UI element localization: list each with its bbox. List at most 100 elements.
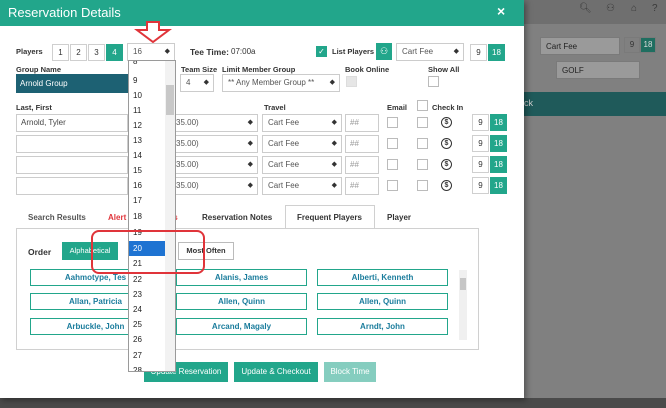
tab-frequent-players[interactable]: Frequent Players [297, 213, 362, 222]
dropdown-scrollbar-thumb[interactable] [166, 85, 174, 115]
dropdown-option[interactable]: 16 [129, 178, 165, 193]
frequent-player-button[interactable]: Arndt, John [317, 318, 448, 335]
holes-9-button[interactable]: 9 [472, 135, 489, 152]
frequent-player-button[interactable]: Arcand, Magaly [176, 318, 307, 335]
users-icon: ⚇ [606, 3, 615, 14]
players-label: Players [16, 47, 43, 56]
book-online-checkbox[interactable] [346, 76, 357, 87]
check-in-checkbox[interactable] [417, 138, 428, 149]
rate-select[interactable]: 35.00) ◆ [170, 135, 258, 153]
email-checkbox[interactable] [387, 159, 398, 170]
holes-9-button[interactable]: 9 [472, 114, 489, 131]
team-size-select[interactable]: 4 ◆ [180, 74, 214, 92]
close-icon[interactable]: × [497, 3, 505, 19]
frequent-player-button[interactable]: Allen, Quinn [176, 293, 307, 310]
background-fee-select: Cart Fee [540, 37, 620, 55]
tab-reservation-notes[interactable]: Reservation Notes [202, 213, 272, 222]
holes-18-button[interactable]: 18 [490, 156, 507, 173]
dropdown-option[interactable]: 8 [129, 61, 165, 69]
holes-9-button[interactable]: 9 [470, 44, 487, 61]
check-in-all-checkbox[interactable] [417, 100, 428, 111]
dollar-icon[interactable]: $ [441, 138, 452, 149]
dropdown-option[interactable]: 17 [129, 193, 165, 208]
fee-select[interactable]: Cart Fee ◆ [396, 43, 464, 61]
check-in-checkbox[interactable] [417, 159, 428, 170]
holes-18-button[interactable]: 18 [490, 135, 507, 152]
dropdown-option[interactable]: 13 [129, 133, 165, 148]
order-label: Order [28, 247, 52, 257]
dropdown-option[interactable]: 23 [129, 287, 165, 302]
tab-player[interactable]: Player [387, 213, 411, 222]
chevron-down-icon: ◆ [329, 79, 335, 86]
hash-field[interactable]: ## [345, 135, 379, 153]
rate-select[interactable]: 35.00) ◆ [170, 156, 258, 174]
players-count-select[interactable]: 16 ◆ [127, 43, 175, 61]
travel-label: Travel [264, 103, 286, 112]
modal-title: Reservation Details [8, 5, 121, 20]
players-2-button[interactable]: 2 [70, 44, 87, 61]
players-1-button[interactable]: 1 [52, 44, 69, 61]
travel-select[interactable]: Cart Fee ◆ [262, 156, 342, 174]
tab-search-results[interactable]: Search Results [28, 213, 86, 222]
update-checkout-button[interactable]: Update & Checkout [234, 362, 318, 382]
dropdown-option[interactable]: 12 [129, 118, 165, 133]
limit-member-group-select[interactable]: ** Any Member Group ** ◆ [222, 74, 340, 92]
travel-select[interactable]: Cart Fee ◆ [262, 135, 342, 153]
dollar-icon[interactable]: $ [441, 180, 452, 191]
frequent-player-button[interactable]: Allen, Quinn [317, 293, 448, 310]
hash-field[interactable]: ## [345, 177, 379, 195]
players-count-dropdown[interactable]: 8 9 10 11 12 13 14 15 16 17 18 19 20 21 … [128, 60, 176, 372]
holes-18-button[interactable]: 18 [490, 177, 507, 194]
email-checkbox[interactable] [387, 180, 398, 191]
dropdown-option[interactable]: 10 [129, 88, 165, 103]
dropdown-option[interactable]: 27 [129, 348, 165, 363]
dropdown-option[interactable]: 28 [129, 363, 165, 371]
travel-select[interactable]: Cart Fee ◆ [262, 177, 342, 195]
rate-select[interactable]: 35.00) ◆ [170, 177, 258, 195]
dropdown-option[interactable]: 14 [129, 148, 165, 163]
show-all-checkbox[interactable] [428, 76, 439, 87]
dropdown-option[interactable]: 9 [129, 73, 165, 88]
dollar-icon[interactable]: $ [441, 159, 452, 170]
dropdown-option[interactable]: 11 [129, 103, 165, 118]
email-checkbox[interactable] [387, 138, 398, 149]
holes-18-button[interactable]: 18 [488, 44, 505, 61]
rate-select[interactable]: 35.00) ◆ [170, 114, 258, 132]
players-3-button[interactable]: 3 [88, 44, 105, 61]
chevron-down-icon: ◆ [164, 48, 170, 55]
check-in-checkbox[interactable] [417, 117, 428, 128]
dropdown-scrollbar[interactable] [165, 61, 175, 371]
holes-9-button[interactable]: 9 [472, 177, 489, 194]
check-in-checkbox[interactable] [417, 180, 428, 191]
players-4-button[interactable]: 4 [106, 44, 123, 61]
travel-select[interactable]: Cart Fee ◆ [262, 114, 342, 132]
players-count-value: 16 [133, 47, 142, 56]
dropdown-option[interactable]: 15 [129, 163, 165, 178]
dropdown-option[interactable]: 18 [129, 209, 165, 224]
group-name-field[interactable]: Arnold Group [16, 74, 128, 93]
list-players-checkbox[interactable]: ✓ [316, 46, 327, 57]
dropdown-option[interactable]: 24 [129, 302, 165, 317]
book-online-label: Book Online [345, 65, 390, 74]
block-time-button[interactable]: Block Time [324, 362, 376, 382]
panel-scrollbar[interactable] [459, 270, 467, 340]
users-icon[interactable]: ⚇ [376, 43, 392, 60]
frequent-player-button[interactable]: Alberti, Kenneth [317, 269, 448, 286]
email-label: Email [387, 103, 408, 112]
player-name-field[interactable] [16, 177, 128, 195]
dropdown-option[interactable]: 22 [129, 272, 165, 287]
holes-18-button[interactable]: 18 [490, 114, 507, 131]
hash-field[interactable]: ## [345, 114, 379, 132]
hash-field[interactable]: ## [345, 156, 379, 174]
player-name-field[interactable] [16, 156, 128, 174]
player-name-field[interactable]: Arnold, Tyler [16, 114, 128, 132]
email-checkbox[interactable] [387, 117, 398, 128]
search-icon: 🔍︎ [579, 3, 592, 14]
chevron-down-icon: ◆ [331, 119, 337, 126]
player-name-field[interactable] [16, 135, 128, 153]
dropdown-option[interactable]: 25 [129, 317, 165, 332]
dropdown-option[interactable]: 26 [129, 332, 165, 347]
dollar-icon[interactable]: $ [441, 117, 452, 128]
holes-9-button[interactable]: 9 [472, 156, 489, 173]
panel-scrollbar-thumb[interactable] [460, 278, 466, 290]
